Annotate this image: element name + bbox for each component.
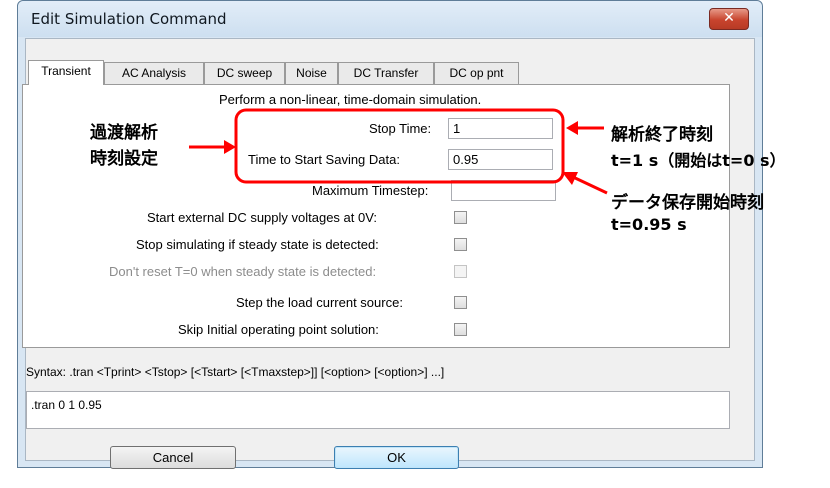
arrow-left-head-icon [224,140,236,154]
arrow-right-bottom-line [572,175,608,195]
annotation-overlay [189,108,608,195]
tab-transient[interactable]: Transient [28,60,104,85]
arrow-right-top-head-icon [566,121,578,135]
annotation-left-line1: 過渡解析 [90,123,158,143]
highlight-box [234,108,565,184]
annotation-save-start-line1: データ保存開始時刻 [611,193,764,213]
annotation-stop-time-line1: 解析終了時刻 [611,125,713,145]
annotation-stop-time-line2: t=1 s（開始はt=0 s） [611,151,786,170]
annotation-save-start-line2: t=0.95 s [611,215,687,234]
annotation-left-line2: 時刻設定 [90,149,158,169]
